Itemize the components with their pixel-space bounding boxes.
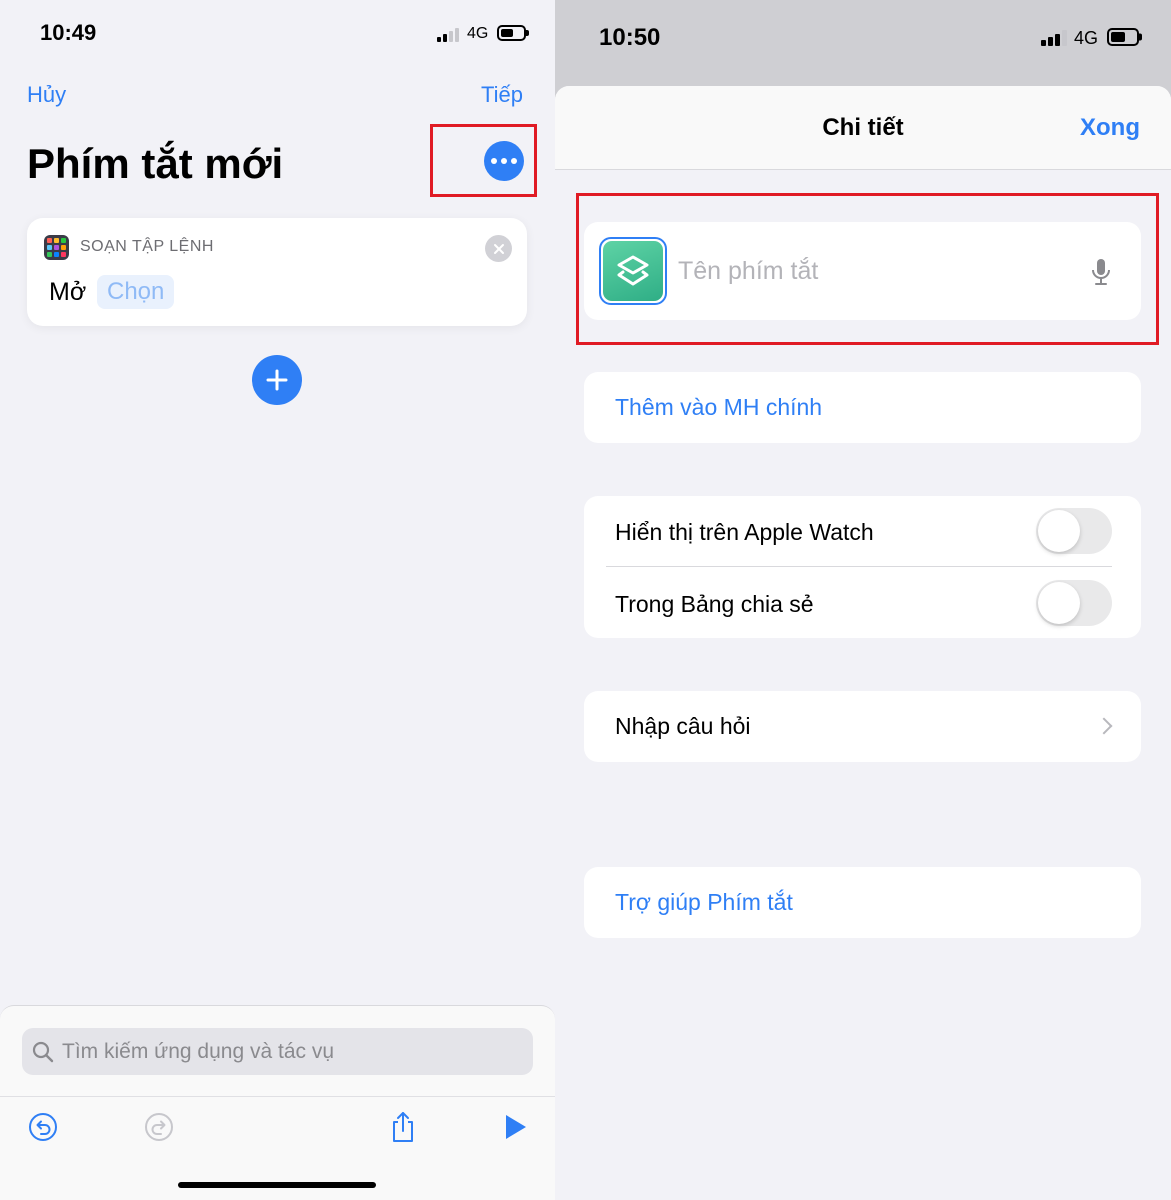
toggle-group: Hiển thị trên Apple Watch Trong Bảng chi… (584, 496, 1141, 638)
share-sheet-label: Trong Bảng chia sẻ (615, 591, 814, 617)
undo-button[interactable] (26, 1110, 60, 1144)
cancel-button[interactable]: Hủy (27, 82, 66, 108)
network-label: 4G (467, 25, 489, 42)
status-time: 10:50 (599, 24, 661, 51)
home-indicator (178, 1182, 376, 1188)
help-row[interactable]: Trợ giúp Phím tắt (584, 867, 1141, 938)
status-time: 10:49 (40, 20, 97, 45)
undo-icon (29, 1113, 57, 1141)
done-button[interactable]: Xong (1080, 114, 1140, 142)
add-action-button[interactable] (252, 355, 302, 405)
add-to-home-row[interactable]: Thêm vào MH chính (584, 372, 1141, 443)
status-bar: 10:49 4G (0, 0, 555, 64)
scripting-grid-icon (44, 235, 69, 260)
battery-icon (1107, 28, 1142, 46)
next-button[interactable]: Tiếp (481, 82, 523, 108)
redo-button[interactable] (142, 1110, 176, 1144)
row-divider (606, 566, 1112, 567)
status-bar: 10:50 4G (555, 0, 1171, 64)
search-icon (32, 1041, 54, 1063)
signal-icon (437, 28, 461, 42)
share-button[interactable] (386, 1110, 420, 1144)
search-input[interactable]: Tìm kiếm ứng dụng và tác vụ (22, 1028, 533, 1075)
actions-panel: Tìm kiếm ứng dụng và tác vụ (0, 1005, 555, 1200)
highlight-box-more (430, 124, 537, 197)
app-parameter-button[interactable]: Chọn (97, 275, 175, 309)
action-label: Mở (49, 278, 87, 306)
left-screen: 10:49 4G Hủy Tiếp Phím tắt mới SOẠN TẬP … (0, 0, 555, 1200)
search-placeholder: Tìm kiếm ứng dụng và tác vụ (62, 1040, 335, 1063)
plus-icon (266, 369, 288, 391)
import-questions-row[interactable]: Nhập câu hỏi (584, 691, 1141, 762)
action-card[interactable]: SOẠN TẬP LỆNH Mở Chọn (27, 218, 527, 326)
page-title: Phím tắt mới (27, 140, 284, 187)
highlight-box-name-field (576, 193, 1159, 345)
sheet-title: Chi tiết (822, 114, 904, 141)
network-label: 4G (1074, 28, 1099, 48)
apple-watch-label: Hiển thị trên Apple Watch (615, 519, 874, 545)
battery-icon (497, 25, 529, 41)
play-icon (506, 1115, 526, 1139)
action-category-label: SOẠN TẬP LỆNH (80, 238, 214, 255)
right-screen: 10:50 4G Chi tiết Xong Tên phím tắt Thêm… (555, 0, 1171, 1200)
close-icon (493, 243, 504, 254)
sheet-header: Chi tiết Xong (555, 86, 1171, 170)
share-icon (393, 1112, 413, 1142)
apple-watch-toggle[interactable] (1036, 508, 1112, 554)
redo-icon (145, 1113, 173, 1141)
chevron-right-icon (1095, 717, 1113, 735)
run-button[interactable] (498, 1110, 532, 1144)
share-sheet-toggle[interactable] (1036, 580, 1112, 626)
remove-action-button[interactable] (485, 235, 512, 262)
import-questions-label: Nhập câu hỏi (615, 713, 751, 739)
help-label: Trợ giúp Phím tắt (615, 889, 793, 915)
signal-icon (1041, 30, 1069, 46)
add-to-home-label: Thêm vào MH chính (615, 394, 823, 420)
